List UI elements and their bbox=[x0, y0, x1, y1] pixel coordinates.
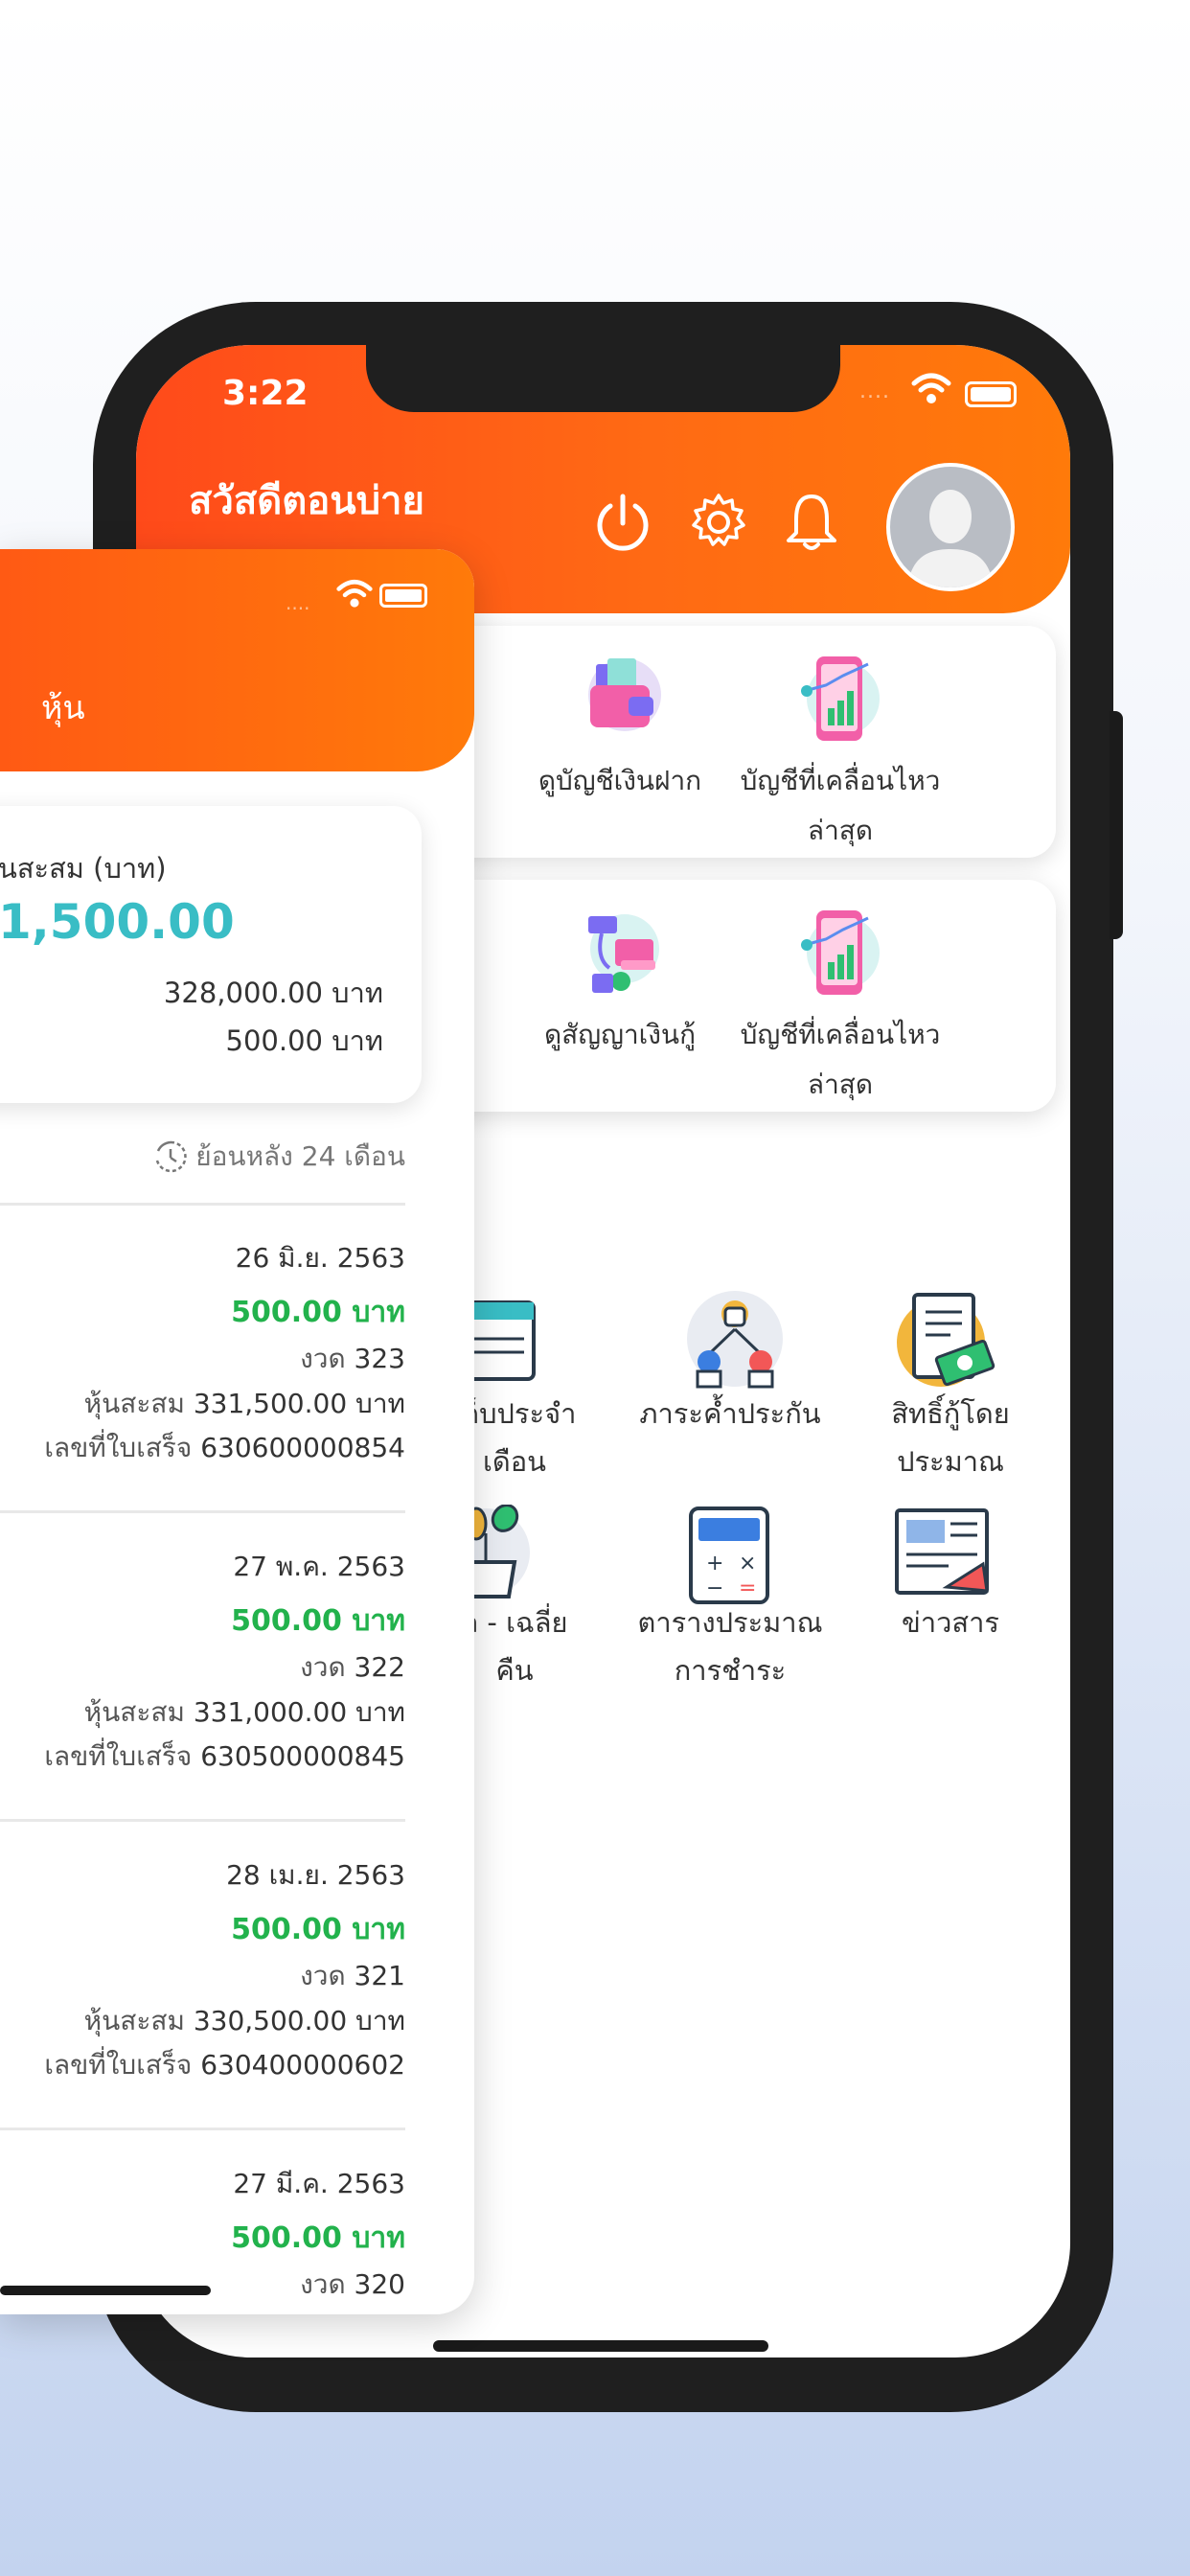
monthly-collection-button[interactable]: เก็บประจำ เดือน bbox=[453, 1289, 629, 1529]
summary-label: นสะสม (บาท) bbox=[0, 852, 167, 885]
shares-summary-card: นสะสม (บาท) 1,500.00 328,000.00 บาท 500.… bbox=[0, 806, 422, 1103]
guarantee-obligation-button[interactable]: ภาระค้ำประกัน bbox=[620, 1289, 840, 1529]
tx-receipt: เลขที่ใบเสร็จ 630600000854 bbox=[44, 1432, 405, 1463]
tx-receipt: เลขที่ใบเสร็จ 630500000845 bbox=[44, 1740, 405, 1772]
status-time: 3:22 bbox=[222, 374, 309, 413]
tx-period: งวด 320 bbox=[300, 2268, 405, 2300]
clock-history-icon bbox=[155, 1140, 187, 1173]
avatar[interactable] bbox=[886, 463, 1015, 591]
tx-date: 26 มิ.ย. 2563 bbox=[235, 1242, 405, 1274]
transaction-item[interactable]: 27 พ.ค. 2563 500.00 บาท งวด 322 หุ้นสะสม… bbox=[0, 1546, 405, 1795]
guarantee-icon bbox=[687, 1291, 783, 1389]
phone-side-button bbox=[1110, 711, 1123, 939]
signal-icon: .... bbox=[859, 380, 890, 403]
tx-amount: 500.00 บาท bbox=[231, 1296, 405, 1329]
plant-money-icon bbox=[467, 1505, 530, 1598]
tx-period: งวด 322 bbox=[300, 1651, 405, 1683]
payment-schedule-button[interactable]: + × − = ตารางประมาณ การชำระ bbox=[620, 1505, 840, 1725]
tx-shares: หุ้นสะสม 331,000.00 บาท bbox=[83, 1696, 405, 1728]
home-indicator[interactable] bbox=[0, 2286, 211, 2295]
power-icon[interactable] bbox=[591, 491, 654, 554]
tx-amount: 500.00 บาท bbox=[231, 1913, 405, 1946]
battery-icon bbox=[379, 584, 427, 608]
tx-period: งวด 321 bbox=[300, 1960, 405, 1991]
tx-receipt: เลขที่ใบเสร็จ 630400000602 bbox=[44, 2049, 405, 2081]
summary-amount: 1,500.00 bbox=[0, 894, 235, 950]
recent-activity-button[interactable]: บัญชีที่เคลื่อนไหว ล่าสุด bbox=[725, 647, 955, 856]
phone-chart-icon bbox=[801, 910, 880, 995]
transaction-item[interactable]: 26 มิ.ย. 2563 500.00 บาท งวด 323 หุ้นสะส… bbox=[0, 1237, 405, 1486]
tx-period: งวด 323 bbox=[300, 1343, 405, 1374]
view-loan-contract-button[interactable]: ดูสัญญาเงินกู้ bbox=[505, 901, 735, 1060]
summary-monthly: 500.00 บาท bbox=[225, 1024, 384, 1057]
calendar-icon bbox=[467, 1300, 536, 1381]
bell-icon[interactable] bbox=[783, 491, 840, 554]
tx-shares: หุ้นสะสม 331,500.00 บาท bbox=[83, 1388, 405, 1419]
phone-chart-icon bbox=[801, 656, 880, 741]
divider bbox=[0, 1203, 405, 1206]
divider bbox=[0, 1510, 405, 1513]
svg-text:+: + bbox=[706, 1552, 723, 1576]
phone-notch bbox=[366, 345, 840, 412]
tx-date: 28 เม.ย. 2563 bbox=[226, 1859, 405, 1891]
transaction-item[interactable]: 28 เม.ย. 2563 500.00 บาท งวด 321 หุ้นสะส… bbox=[0, 1854, 405, 2104]
tx-shares: หุ้นสะสม 330,500.00 บาท bbox=[83, 2005, 405, 2036]
divider bbox=[0, 1819, 405, 1822]
history-filter-label: ย้อนหลัง 24 เดือน bbox=[195, 1140, 405, 1172]
svg-text:×: × bbox=[739, 1552, 756, 1576]
shares-panel: .... หุ้น นสะสม (บาท) 1,500.00 328,000.0… bbox=[0, 549, 474, 2314]
loan-contract-icon bbox=[588, 914, 659, 993]
loan-rights-button[interactable]: สิทธิ์กู้โดย ประมาณ bbox=[835, 1289, 1065, 1529]
menu-label: ตารางประมาณ การชำระ bbox=[637, 1606, 823, 1687]
tx-date: 27 พ.ค. 2563 bbox=[233, 1551, 405, 1582]
calculator-icon: + × − = bbox=[689, 1506, 769, 1604]
loan-rights-icon bbox=[897, 1293, 995, 1387]
recent-activity-button[interactable]: บัญชีที่เคลื่อนไหว ล่าสุด bbox=[725, 901, 955, 1110]
gear-icon[interactable] bbox=[687, 491, 750, 554]
shares-header bbox=[0, 549, 474, 771]
news-icon bbox=[895, 1508, 989, 1595]
divider bbox=[0, 2128, 405, 2130]
view-deposit-button[interactable]: ดูบัญชีเงินฝาก bbox=[505, 647, 735, 806]
signal-icon: .... bbox=[286, 591, 310, 614]
card-item-label: บัญชีที่เคลื่อนไหว ล่าสุด bbox=[740, 1019, 941, 1100]
user-silhouette-icon bbox=[907, 490, 994, 587]
news-button[interactable]: ข่าวสาร bbox=[835, 1505, 1065, 1725]
wifi-icon bbox=[336, 580, 373, 608]
history-filter-button[interactable]: ย้อนหลัง 24 เดือน bbox=[153, 1136, 405, 1178]
dividend-refund-button[interactable]: ล - เฉลี่ย คืน bbox=[461, 1505, 629, 1725]
greeting-title: สวัสดีตอนบ่าย bbox=[189, 479, 424, 523]
menu-label: ภาระค้ำประกัน bbox=[639, 1397, 821, 1430]
tx-date: 27 มี.ค. 2563 bbox=[233, 2168, 405, 2199]
home-indicator[interactable] bbox=[433, 2340, 768, 2352]
wifi-icon bbox=[911, 373, 951, 403]
wallet-icon bbox=[588, 658, 661, 731]
card-item-label: ดูสัญญาเงินกู้ bbox=[543, 1019, 697, 1050]
tx-amount: 500.00 บาท bbox=[231, 2221, 405, 2255]
battery-icon bbox=[965, 381, 1017, 407]
card-item-label: บัญชีที่เคลื่อนไหว ล่าสุด bbox=[740, 765, 941, 846]
menu-label: ข่าวสาร bbox=[902, 1606, 999, 1639]
svg-text:−: − bbox=[706, 1576, 723, 1600]
tx-amount: 500.00 บาท bbox=[231, 1604, 405, 1638]
summary-total: 328,000.00 บาท bbox=[163, 977, 383, 1009]
shares-title: หุ้น bbox=[41, 689, 85, 727]
svg-text:=: = bbox=[739, 1576, 756, 1600]
card-item-label: ดูบัญชีเงินฝาก bbox=[538, 765, 702, 796]
menu-label: สิทธิ์กู้โดย ประมาณ bbox=[891, 1397, 1010, 1478]
